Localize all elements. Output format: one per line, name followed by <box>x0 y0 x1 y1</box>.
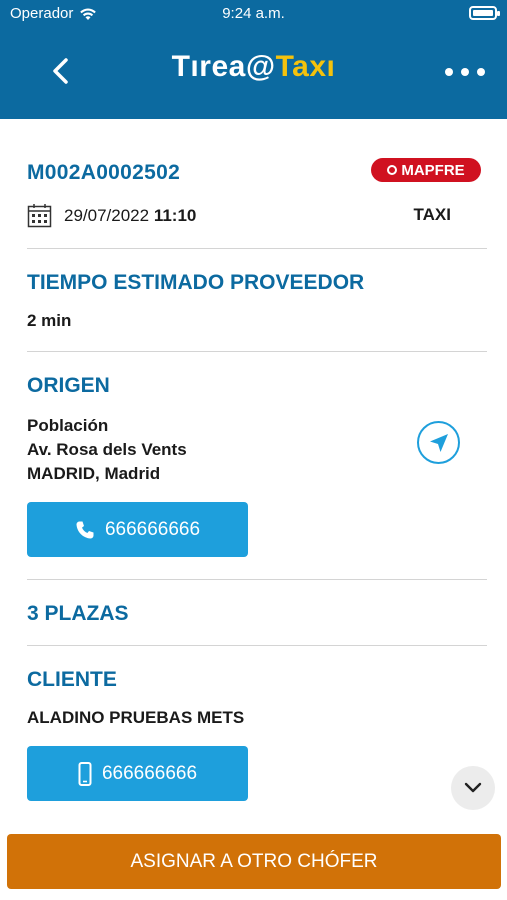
service-detail: M002A0002502 MAPFRE 29/07/2022 11:10 TAX… <box>27 119 487 826</box>
scroll-down-button[interactable] <box>451 766 495 810</box>
client-section: CLIENTE ALADINO PRUEBAS METS 666666666 <box>27 646 487 826</box>
client-title: CLIENTE <box>27 668 117 691</box>
origin-address: Población Av. Rosa dels Vents MADRID, Ma… <box>27 414 187 486</box>
service-date: 29/07/2022 <box>64 205 150 225</box>
more-dot <box>477 68 485 76</box>
origin-line1: Población <box>27 416 109 435</box>
estimated-time-title: TIEMPO ESTIMADO PROVEEDOR <box>27 271 365 294</box>
service-type: TAXI <box>413 205 451 224</box>
battery-icon <box>469 6 500 20</box>
assign-other-driver-button[interactable]: ASIGNAR A OTRO CHÓFER <box>7 834 501 889</box>
chevron-down-icon <box>464 782 482 793</box>
service-hour: 11:10 <box>153 205 197 225</box>
seats-section: 3 PLAZAS <box>27 580 487 646</box>
app-title-part1: Tırea@ <box>171 50 276 83</box>
service-datetime: 29/07/2022 11:10 <box>27 203 196 228</box>
app-logo-title: Tırea@Taxı <box>0 50 507 84</box>
client-name: ALADINO PRUEBAS METS <box>27 708 245 727</box>
calendar-icon <box>27 204 52 228</box>
origin-phone-number: 666666666 <box>104 518 201 540</box>
brand-name: MAPFRE <box>401 161 465 179</box>
origin-call-button[interactable]: 666666666 <box>27 502 248 557</box>
service-summary-section: M002A0002502 MAPFRE 29/07/2022 11:10 TAX… <box>27 119 487 249</box>
mapfre-logo-icon <box>387 165 398 175</box>
navigation-arrow-icon <box>429 433 448 452</box>
status-time: 9:24 a.m. <box>222 5 285 22</box>
status-bar: Operador 9:24 a.m. <box>0 0 507 28</box>
service-reference: M002A0002502 <box>27 161 181 184</box>
seats-title: 3 PLAZAS <box>27 602 129 625</box>
origin-title: ORIGEN <box>27 374 110 397</box>
navigate-button[interactable] <box>417 421 460 464</box>
more-dot <box>445 68 453 76</box>
app-header: Operador 9:24 a.m. Tırea@Taxı <box>0 0 507 119</box>
brand-badge: MAPFRE <box>371 158 481 182</box>
origin-line2: Av. Rosa dels Vents <box>27 440 187 459</box>
client-call-button[interactable]: 666666666 <box>27 746 248 801</box>
estimated-time-value: 2 min <box>27 311 72 330</box>
origin-line3: MADRID, Madrid <box>27 464 161 483</box>
more-options-button[interactable] <box>445 60 485 84</box>
more-dot <box>461 68 469 76</box>
phone-icon <box>76 521 94 538</box>
origin-section: ORIGEN Población Av. Rosa dels Vents MAD… <box>27 352 487 580</box>
client-phone-number: 666666666 <box>101 762 198 784</box>
mobile-phone-icon <box>78 761 92 786</box>
assign-button-label: ASIGNAR A OTRO CHÓFER <box>130 850 378 872</box>
estimated-time-section: TIEMPO ESTIMADO PROVEEDOR 2 min <box>27 249 487 352</box>
app-title-part2: Taxı <box>275 50 336 83</box>
